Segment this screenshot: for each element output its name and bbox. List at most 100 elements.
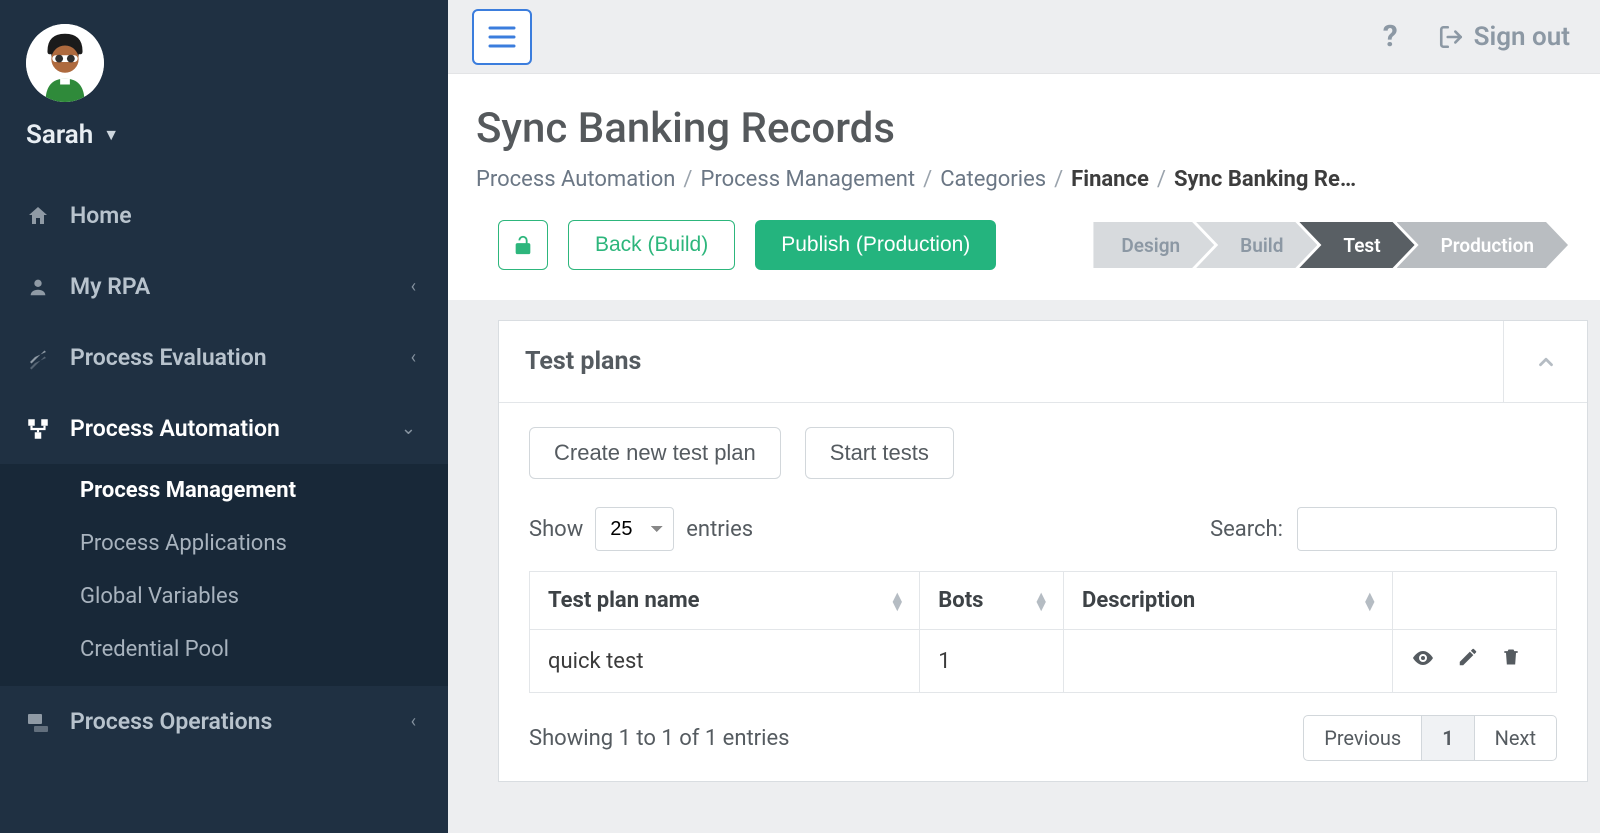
col-bots[interactable]: Bots ▲▼ <box>920 572 1064 630</box>
stage-bar: Back (Build) Publish (Production) Design… <box>448 192 1600 300</box>
sidebar-item-label: Process Automation <box>70 415 383 442</box>
sidebar-subitem-label: Global Variables <box>80 584 239 609</box>
delete-button[interactable] <box>1501 646 1521 676</box>
sidebar-item-process-automation[interactable]: Process Automation ⌄ <box>0 393 448 464</box>
chevron-down-icon: ⌄ <box>401 418 416 439</box>
col-description[interactable]: Description ▲▼ <box>1064 572 1393 630</box>
topbar-right: ? Sign out <box>1383 19 1570 54</box>
test-plans-table: Test plan name ▲▼ Bots ▲▼ Description ▲▼ <box>529 571 1557 693</box>
create-test-plan-button[interactable]: Create new test plan <box>529 427 781 479</box>
avatar-icon <box>26 24 104 102</box>
breadcrumb-item[interactable]: Process Management <box>701 167 916 192</box>
entries-label: entries <box>686 517 753 542</box>
page-title: Sync Banking Records <box>476 104 1590 153</box>
step-track: Design Build Test Production <box>1093 222 1568 268</box>
nav: Home My RPA ‹ Process Evaluation ‹ Proce… <box>0 180 448 757</box>
person-icon <box>24 276 52 298</box>
cell-description <box>1064 630 1393 693</box>
edit-button[interactable] <box>1457 646 1479 676</box>
eye-icon <box>1411 646 1435 670</box>
sidebar-item-label: Process Operations <box>70 708 393 735</box>
test-plans-panel: Test plans Create new test plan Start te… <box>498 320 1588 782</box>
col-test-plan-name[interactable]: Test plan name ▲▼ <box>530 572 920 630</box>
home-icon <box>24 204 52 228</box>
search-input[interactable] <box>1297 507 1557 551</box>
sort-icon: ▲▼ <box>1362 592 1378 610</box>
chevron-left-icon: ‹ <box>411 711 416 732</box>
edit-icon <box>1457 646 1479 668</box>
sort-icon: ▲▼ <box>889 592 905 610</box>
view-button[interactable] <box>1411 646 1435 676</box>
panel-actions: Create new test plan Start tests <box>529 427 1557 479</box>
user-name: Sarah <box>26 120 93 150</box>
search-label: Search: <box>1210 517 1283 542</box>
table-header-row: Test plan name ▲▼ Bots ▲▼ Description ▲▼ <box>530 572 1557 630</box>
sidebar-subitem-process-management[interactable]: Process Management <box>0 464 448 517</box>
sidebar-subnav-process-automation: Process Management Process Applications … <box>0 464 448 686</box>
breadcrumb-item-current: Sync Banking Re… <box>1174 167 1356 192</box>
chevron-left-icon: ‹ <box>411 276 416 297</box>
panel-header: Test plans <box>499 321 1587 403</box>
start-tests-button[interactable]: Start tests <box>805 427 954 479</box>
breadcrumb-separator: / <box>923 167 932 192</box>
signout-icon <box>1438 24 1464 50</box>
help-icon[interactable]: ? <box>1383 19 1398 54</box>
signout-label: Sign out <box>1474 22 1570 52</box>
step-design[interactable]: Design <box>1093 222 1214 268</box>
cell-bots: 1 <box>920 630 1064 693</box>
avatar[interactable] <box>26 24 104 102</box>
chevron-left-icon: ‹ <box>411 347 416 368</box>
panel-body: Create new test plan Start tests Show 25… <box>499 403 1587 781</box>
page-size-select[interactable]: 25 <box>595 507 674 551</box>
sidebar-subitem-label: Process Management <box>80 478 296 503</box>
sidebar-item-process-evaluation[interactable]: Process Evaluation ‹ <box>0 322 448 393</box>
cell-name: quick test <box>530 630 920 693</box>
hamburger-icon <box>488 26 516 48</box>
topbar: ? Sign out <box>448 0 1600 74</box>
lock-button[interactable] <box>498 220 548 270</box>
sidebar-subitem-label: Process Applications <box>80 531 287 556</box>
user-name-dropdown[interactable]: Sarah ▼ <box>26 120 422 150</box>
back-button[interactable]: Back (Build) <box>568 220 735 270</box>
panel-title: Test plans <box>499 321 1503 402</box>
step-build[interactable]: Build <box>1196 222 1317 268</box>
sidebar-item-label: My RPA <box>70 273 393 300</box>
step-production[interactable]: Production <box>1397 222 1568 268</box>
sidebar: Sarah ▼ Home My RPA ‹ Process Evaluation… <box>0 0 448 833</box>
trash-icon <box>1501 646 1521 668</box>
sidebar-subitem-global-variables[interactable]: Global Variables <box>0 570 448 623</box>
sidebar-item-home[interactable]: Home <box>0 180 448 251</box>
sort-icon: ▲▼ <box>1033 592 1049 610</box>
panel-wrap: Test plans Create new test plan Start te… <box>448 300 1600 833</box>
show-label: Show <box>529 517 583 542</box>
cell-actions <box>1392 630 1556 693</box>
panel-collapse-button[interactable] <box>1503 321 1587 402</box>
sidebar-subitem-credential-pool[interactable]: Credential Pool <box>0 623 448 676</box>
breadcrumb-separator: / <box>683 167 692 192</box>
flow-icon <box>24 416 52 442</box>
breadcrumb-separator: / <box>1054 167 1063 192</box>
breadcrumb-item[interactable]: Categories <box>940 167 1046 192</box>
sidebar-subitem-process-applications[interactable]: Process Applications <box>0 517 448 570</box>
publish-button[interactable]: Publish (Production) <box>755 220 996 270</box>
table-controls: Show 25 entries Search: <box>529 507 1557 551</box>
page-header: Sync Banking Records Process Automation … <box>448 74 1600 192</box>
pager-page-1[interactable]: 1 <box>1422 715 1474 761</box>
sidebar-item-label: Process Evaluation <box>70 344 393 371</box>
pager-next[interactable]: Next <box>1475 715 1557 761</box>
sidebar-item-my-rpa[interactable]: My RPA ‹ <box>0 251 448 322</box>
breadcrumb-separator: / <box>1157 167 1166 192</box>
breadcrumb-item[interactable]: Finance <box>1071 167 1149 192</box>
table-row: quick test 1 <box>530 630 1557 693</box>
table-info: Showing 1 to 1 of 1 entries <box>529 726 790 751</box>
sidebar-item-process-operations[interactable]: Process Operations ‹ <box>0 686 448 757</box>
user-block: Sarah ▼ <box>0 20 448 176</box>
breadcrumb: Process Automation / Process Management … <box>476 167 1590 192</box>
hamburger-button[interactable] <box>472 9 532 65</box>
pager-prev[interactable]: Previous <box>1303 715 1422 761</box>
unlock-icon <box>512 234 534 256</box>
col-actions <box>1392 572 1556 630</box>
breadcrumb-item[interactable]: Process Automation <box>476 167 675 192</box>
signout-button[interactable]: Sign out <box>1438 22 1570 52</box>
table-footer: Showing 1 to 1 of 1 entries Previous 1 N… <box>529 715 1557 761</box>
